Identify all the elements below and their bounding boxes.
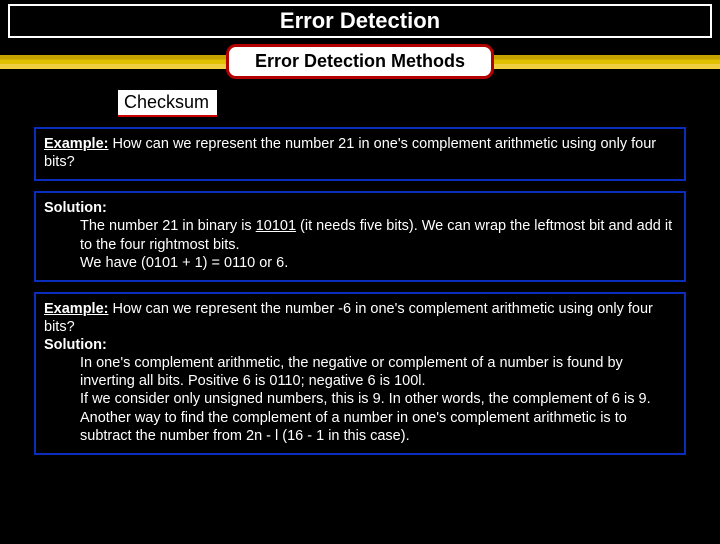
title-bar: Error Detection — [8, 4, 712, 38]
example-box-2: Example: How can we represent the number… — [34, 292, 686, 455]
slide-title: Error Detection — [10, 8, 710, 34]
solution-line-2: We have (0101 + 1) = 0110 or 6. — [80, 254, 676, 272]
solution2-line-2: If we consider only unsigned numbers, th… — [80, 390, 676, 444]
slide: Error Detection Error Detection Methods … — [0, 4, 720, 544]
solution-box-1: Solution: The number 21 in binary is 101… — [34, 191, 686, 282]
example-box-1: Example: How can we represent the number… — [34, 127, 686, 181]
method-box: Error Detection Methods — [226, 44, 494, 79]
example-label: Example: — [44, 136, 108, 152]
section-label: Checksum — [118, 90, 217, 117]
solution-label-2: Solution: — [44, 337, 107, 353]
solution-label: Solution: — [44, 200, 107, 216]
solution2-line-1: In one's complement arithmetic, the nega… — [80, 354, 676, 390]
example-label-2: Example: — [44, 301, 108, 317]
example-text-2: How can we represent the number -6 in on… — [44, 301, 653, 335]
example-text: How can we represent the number 21 in on… — [44, 136, 656, 170]
stripe-row: Error Detection Methods — [0, 44, 720, 82]
solution-line-1: The number 21 in binary is 10101 (it nee… — [80, 217, 676, 253]
